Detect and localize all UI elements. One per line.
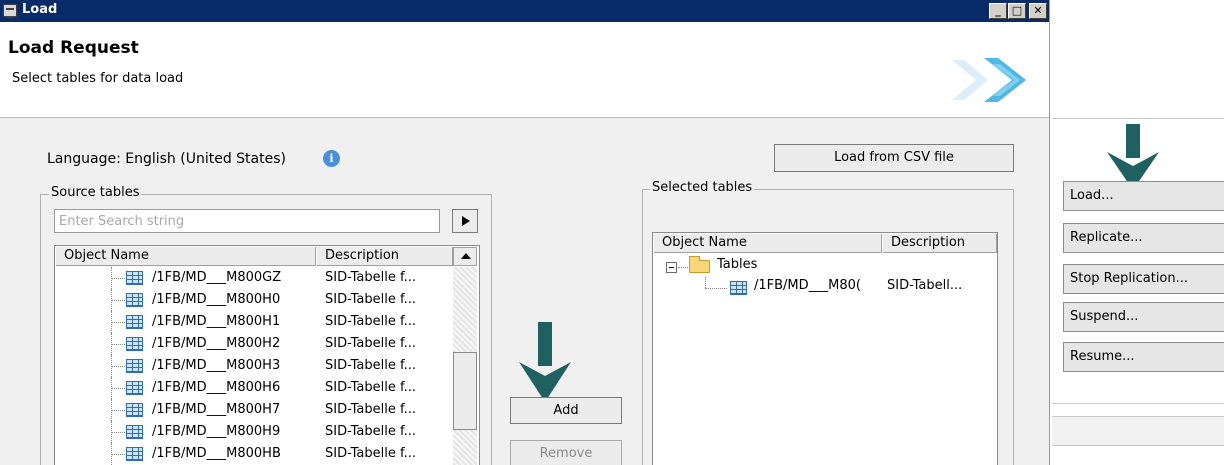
object-description: SID-Tabelle f... — [325, 358, 416, 373]
table-icon — [126, 425, 143, 439]
object-description: SID-Tabelle f... — [325, 402, 416, 417]
tree-line — [111, 410, 125, 411]
selected-tables-tree[interactable]: Object Name Description Tables /1FB/MD__… — [652, 232, 998, 465]
tree-line — [705, 288, 727, 289]
language-label: Language: English (United States) — [47, 151, 286, 167]
tree-line — [111, 300, 125, 301]
replicate-button[interactable]: Replicate... — [1063, 223, 1224, 253]
object-name: /1FB/MD___M800H7 — [152, 402, 281, 417]
tree-line — [111, 388, 125, 389]
title-bar[interactable]: Load _ □ ✕ — [0, 0, 1049, 22]
column-header-object-name[interactable]: Object Name — [56, 247, 316, 266]
panel-divider — [1052, 403, 1224, 404]
suspend-button[interactable]: Suspend... — [1063, 302, 1224, 332]
object-description: SID-Tabelle f... — [325, 314, 416, 329]
table-icon — [126, 315, 143, 329]
table-icon — [126, 337, 143, 351]
table-icon — [126, 403, 143, 417]
search-input[interactable] — [54, 209, 440, 233]
table-row[interactable]: /1FB/MD___M800H2 SID-Tabelle f... — [55, 333, 453, 355]
tree-item[interactable]: /1FB/MD___M80( SID-Tabell... — [653, 255, 997, 299]
object-name: /1FB/MD___M800H3 — [152, 358, 281, 373]
minimize-button[interactable]: _ — [989, 3, 1007, 19]
tree-line — [111, 322, 125, 323]
object-description: SID-Tabelle f... — [325, 424, 416, 439]
stop-replication-button[interactable]: Stop Replication... — [1063, 264, 1224, 294]
maximize-button[interactable]: □ — [1008, 3, 1026, 19]
object-name: /1FB/MD___M80( — [754, 278, 861, 293]
scrollbar-thumb[interactable] — [453, 352, 477, 430]
table-row[interactable]: /1FB/MD___M800H6 SID-Tabelle f... — [55, 377, 453, 399]
window-app-icon — [3, 4, 17, 18]
tree-line — [111, 366, 125, 367]
load-dialog: Load _ □ ✕ Load Request Select tables fo… — [0, 0, 1050, 465]
scroll-up-button[interactable] — [453, 247, 477, 266]
remove-button[interactable]: Remove — [510, 440, 622, 465]
object-name: /1FB/MD___M800HB — [152, 446, 281, 461]
table-row[interactable]: /1FB/MD___M800H0 SID-Tabelle f... — [55, 289, 453, 311]
column-header-description[interactable]: Description — [317, 247, 453, 266]
tree-line — [111, 432, 125, 433]
info-icon[interactable]: i — [323, 150, 340, 167]
object-description: SID-Tabelle f... — [325, 336, 416, 351]
table-icon — [126, 447, 143, 461]
table-row[interactable]: /1FB/MD___M800H9 SID-Tabelle f... — [55, 421, 453, 443]
dialog-header: Load Request Select tables for data load — [0, 22, 1049, 118]
page-title: Load Request — [8, 38, 139, 58]
source-tables-legend: Source tables — [49, 185, 142, 200]
table-icon — [730, 281, 747, 295]
object-description: SID-Tabelle f... — [325, 380, 416, 395]
resume-button[interactable]: Resume... — [1063, 342, 1224, 372]
table-row[interactable]: /1FB/MD___M800H7 SID-Tabelle f... — [55, 399, 453, 421]
panel-divider — [1052, 118, 1224, 119]
window-title: Load — [22, 2, 58, 17]
table-row[interactable]: /1FB/MD___M800GZ SID-Tabelle f... — [55, 267, 453, 289]
object-name: /1FB/MD___M800H0 — [152, 292, 281, 307]
column-header-object-name[interactable]: Object Name — [654, 234, 882, 253]
table-icon — [126, 359, 143, 373]
load-from-csv-button[interactable]: Load from CSV file — [774, 144, 1014, 172]
object-name: /1FB/MD___M800GZ — [152, 270, 282, 285]
object-name: /1FB/MD___M800H1 — [152, 314, 281, 329]
load-button[interactable]: Load... — [1063, 181, 1224, 211]
annotation-arrow-add — [519, 322, 571, 402]
table-icon — [126, 381, 143, 395]
tree-line — [111, 454, 125, 455]
table-row[interactable]: /1FB/MD___M800HB SID-Tabelle f... — [55, 443, 453, 465]
close-button[interactable]: ✕ — [1029, 3, 1047, 19]
object-description: SID-Tabell... — [887, 278, 963, 293]
column-header-description[interactable]: Description — [883, 234, 997, 253]
object-name: /1FB/MD___M800H9 — [152, 424, 281, 439]
selected-tables-legend: Selected tables — [650, 180, 755, 195]
object-description: SID-Tabelle f... — [325, 270, 416, 285]
search-go-button[interactable] — [452, 209, 478, 233]
table-row[interactable]: /1FB/MD___M800H1 SID-Tabelle f... — [55, 311, 453, 333]
header-chevrons-icon — [952, 58, 1026, 102]
panel-footer — [1052, 416, 1224, 446]
add-button[interactable]: Add — [510, 397, 622, 424]
tree-line — [705, 277, 706, 288]
table-icon — [126, 271, 143, 285]
object-description: SID-Tabelle f... — [325, 446, 416, 461]
object-name: /1FB/MD___M800H6 — [152, 380, 281, 395]
tree-line — [111, 344, 125, 345]
object-name: /1FB/MD___M800H2 — [152, 336, 281, 351]
source-tables-list[interactable]: Object Name Description /1FB/MD___M800GZ… — [54, 245, 480, 465]
page-subtitle: Select tables for data load — [12, 71, 184, 86]
tree-line — [111, 278, 125, 279]
table-icon — [126, 293, 143, 307]
object-description: SID-Tabelle f... — [325, 292, 416, 307]
table-row[interactable]: /1FB/MD___M800H3 SID-Tabelle f... — [55, 355, 453, 377]
